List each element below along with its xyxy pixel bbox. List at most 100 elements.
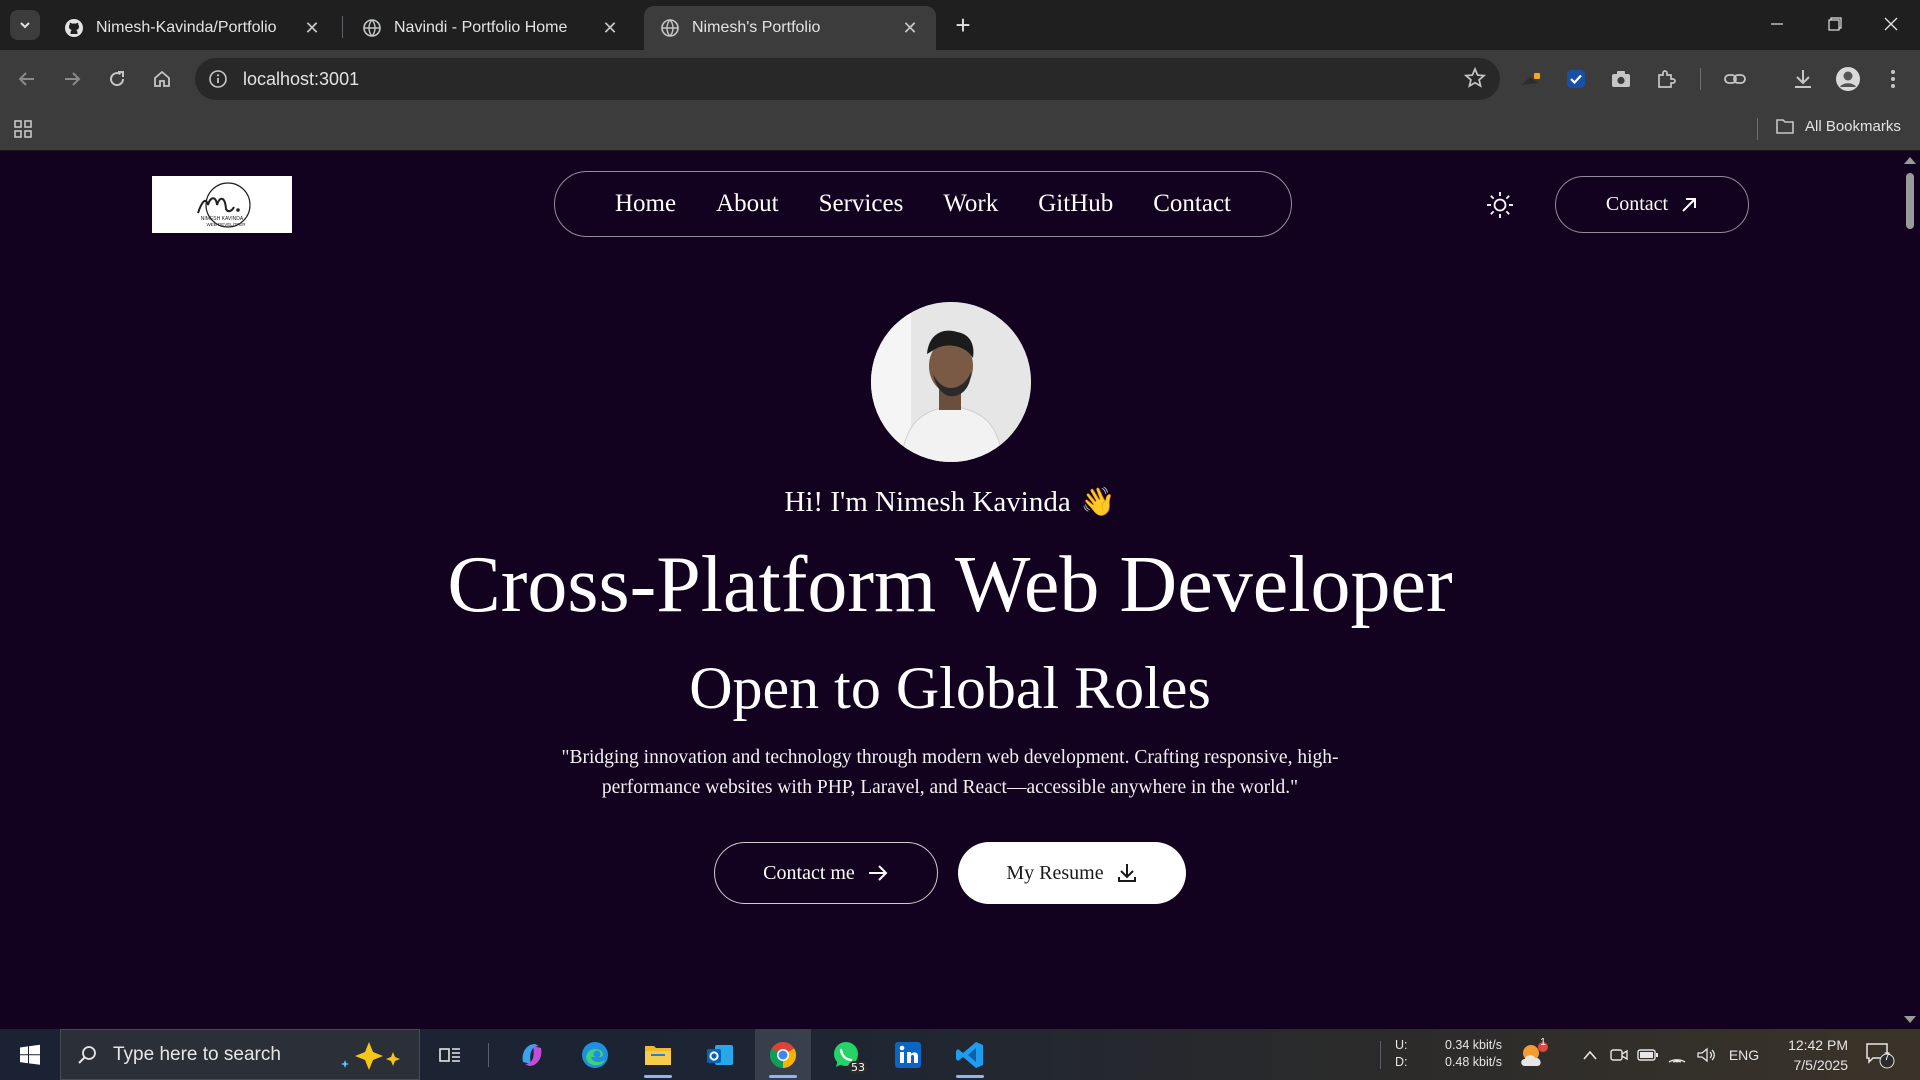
scroll-thumb[interactable] bbox=[1906, 173, 1914, 229]
check-shield-icon bbox=[1567, 70, 1585, 88]
screenshot-button[interactable] bbox=[1604, 62, 1638, 96]
profile-button[interactable] bbox=[1831, 62, 1865, 96]
copilot-app[interactable] bbox=[504, 1029, 560, 1080]
speaker-icon bbox=[1697, 1047, 1715, 1062]
nav-services[interactable]: Services bbox=[819, 190, 904, 218]
edge-app[interactable] bbox=[567, 1029, 623, 1080]
minimize-icon bbox=[1771, 23, 1783, 25]
download-speed: 0.48 kbit/s bbox=[1445, 1055, 1502, 1069]
nav-about[interactable]: About bbox=[716, 190, 779, 218]
outlook-app[interactable] bbox=[692, 1029, 748, 1080]
close-icon[interactable]: ✕ bbox=[302, 18, 322, 38]
person-portrait-icon bbox=[871, 302, 1031, 462]
menu-button[interactable] bbox=[1876, 62, 1910, 96]
page-viewport: NIMESH KAVINDA WEB DEVELOPER Home About … bbox=[0, 151, 1900, 1029]
tab-search-button[interactable] bbox=[10, 10, 40, 40]
language-label: ENG bbox=[1728, 1046, 1760, 1063]
avatar-icon bbox=[1836, 67, 1860, 91]
meet-now-button[interactable] bbox=[1607, 1029, 1631, 1080]
scroll-down-arrow-icon[interactable] bbox=[1904, 1016, 1916, 1023]
greeting-text: Hi! I'm Nimesh Kavinda bbox=[784, 486, 1071, 518]
outlook-icon bbox=[707, 1044, 733, 1065]
github-icon bbox=[64, 18, 84, 38]
home-button[interactable] bbox=[145, 62, 179, 96]
minimize-button[interactable] bbox=[1748, 0, 1806, 48]
my-resume-button[interactable]: My Resume bbox=[958, 842, 1186, 904]
bookmarks-bar: All Bookmarks bbox=[0, 108, 1920, 151]
folder-icon bbox=[645, 1045, 671, 1065]
battery-icon bbox=[1637, 1048, 1658, 1061]
back-button[interactable] bbox=[10, 62, 44, 96]
download-icon bbox=[1795, 70, 1811, 88]
downloads-button[interactable] bbox=[1786, 62, 1820, 96]
bookmark-star-icon[interactable] bbox=[1463, 66, 1487, 94]
site-logo[interactable]: NIMESH KAVINDA WEB DEVELOPER bbox=[152, 176, 292, 233]
search-placeholder: Type here to search bbox=[113, 1043, 281, 1065]
nav-github[interactable]: GitHub bbox=[1038, 190, 1113, 218]
battery-status[interactable] bbox=[1636, 1029, 1660, 1080]
new-tab-button[interactable]: + bbox=[948, 10, 978, 40]
contact-me-button[interactable]: Contact me bbox=[714, 842, 938, 904]
chrome-icon bbox=[769, 1041, 797, 1068]
notification-center-button[interactable]: 7 bbox=[1865, 1041, 1895, 1074]
hero-subheadline: Open to Global Roles bbox=[689, 655, 1211, 721]
vscode-app[interactable] bbox=[942, 1029, 998, 1080]
forward-button[interactable] bbox=[55, 62, 89, 96]
site-info-icon[interactable] bbox=[205, 66, 231, 92]
show-hidden-icons-button[interactable] bbox=[1578, 1029, 1602, 1080]
scroll-up-arrow-icon[interactable] bbox=[1904, 157, 1916, 164]
volume-control[interactable] bbox=[1694, 1029, 1718, 1080]
search-icon bbox=[78, 1045, 96, 1064]
main-nav: Home About Services Work GitHub Contact bbox=[554, 171, 1292, 237]
tab-github-portfolio[interactable]: Nimesh-Kavinda/Portfolio ✕ bbox=[48, 6, 338, 50]
page-scrollbar[interactable] bbox=[1900, 151, 1920, 1029]
chrome-app[interactable] bbox=[755, 1029, 811, 1080]
header-contact-button[interactable]: Contact bbox=[1555, 176, 1749, 233]
task-view-button[interactable] bbox=[422, 1029, 478, 1080]
theme-toggle-button[interactable] bbox=[1483, 188, 1517, 222]
sun-icon bbox=[1487, 192, 1513, 218]
tab-strip: Nimesh-Kavinda/Portfolio ✕ Navindi - Por… bbox=[0, 0, 1920, 50]
address-bar[interactable]: localhost:3001 bbox=[195, 58, 1500, 100]
tab-nimesh-portfolio[interactable]: Nimesh's Portfolio ✕ bbox=[644, 6, 936, 50]
hero-greeting: Hi! I'm Nimesh Kavinda 👋 bbox=[0, 485, 1900, 519]
linkedin-app[interactable] bbox=[880, 1029, 936, 1080]
all-bookmarks-button[interactable]: All Bookmarks bbox=[1775, 117, 1901, 135]
arrow-left-icon bbox=[18, 72, 34, 86]
whatsapp-app[interactable]: 53 bbox=[818, 1029, 874, 1080]
apps-grid-icon[interactable] bbox=[12, 118, 34, 145]
more-vertical-icon bbox=[1891, 70, 1895, 88]
nav-home[interactable]: Home bbox=[615, 190, 676, 218]
extension-check-button[interactable] bbox=[1559, 62, 1593, 96]
close-icon[interactable]: ✕ bbox=[600, 18, 620, 38]
system-clock[interactable]: 12:42 PM 7/5/2025 bbox=[1768, 1035, 1848, 1075]
globe-icon bbox=[362, 18, 382, 38]
browser-toolbar: localhost:3001 bbox=[0, 50, 1920, 108]
input-language[interactable]: ENG bbox=[1724, 1029, 1764, 1080]
my-resume-label: My Resume bbox=[1006, 861, 1104, 884]
extension-button[interactable] bbox=[1514, 62, 1548, 96]
upload-label: U: bbox=[1395, 1038, 1408, 1052]
folder-icon bbox=[1776, 119, 1794, 134]
file-explorer-app[interactable] bbox=[630, 1029, 686, 1080]
start-button[interactable] bbox=[0, 1029, 60, 1080]
camera-icon bbox=[1612, 71, 1630, 87]
nav-work[interactable]: Work bbox=[943, 190, 998, 218]
restore-button[interactable] bbox=[1806, 0, 1864, 48]
edge-icon bbox=[582, 1041, 608, 1068]
home-icon bbox=[154, 70, 170, 87]
extensions-button[interactable] bbox=[1649, 62, 1683, 96]
extension-icon bbox=[1521, 73, 1540, 85]
tab-navindi-portfolio[interactable]: Navindi - Portfolio Home ✕ bbox=[346, 6, 636, 50]
tab-title: Nimesh's Portfolio bbox=[692, 19, 821, 36]
nav-contact[interactable]: Contact bbox=[1153, 190, 1231, 218]
reload-button[interactable] bbox=[100, 62, 134, 96]
close-window-button[interactable] bbox=[1862, 0, 1920, 48]
wifi-status[interactable] bbox=[1665, 1029, 1689, 1080]
network-speed-widget: U: 0.34 kbit/s D: 0.48 kbit/s bbox=[1395, 1037, 1502, 1071]
taskbar-search[interactable]: Type here to search bbox=[60, 1029, 420, 1080]
close-icon[interactable]: ✕ bbox=[900, 18, 920, 38]
arrow-up-right-icon bbox=[1682, 197, 1697, 212]
link-button[interactable] bbox=[1718, 62, 1752, 96]
waving-hand-icon: 👋 bbox=[1080, 485, 1116, 518]
